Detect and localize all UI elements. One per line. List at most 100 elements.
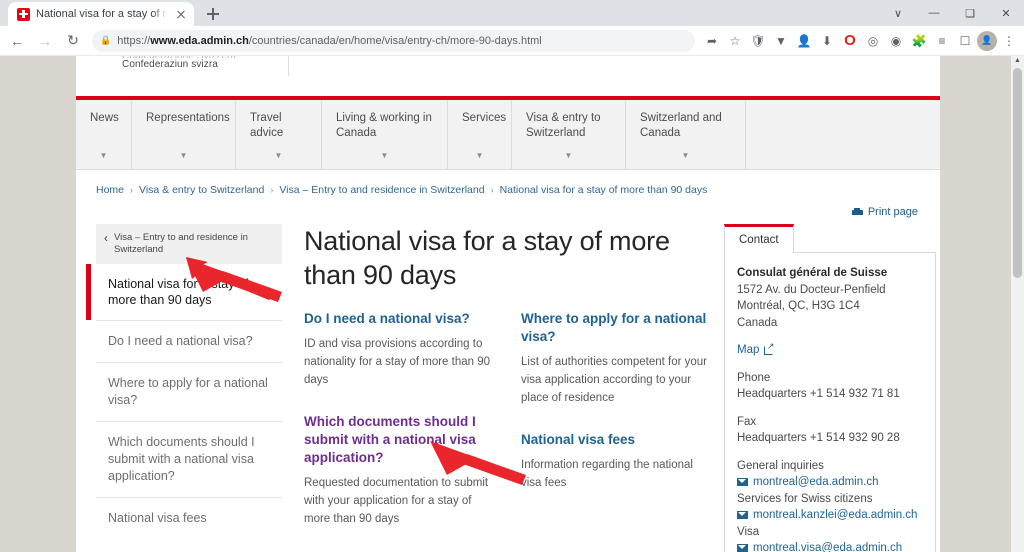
- sidebar-active-label: National visa for a stay of more than 90…: [108, 277, 249, 307]
- close-window-icon[interactable]: ✕: [988, 0, 1024, 26]
- sidebar-item-do-i-need[interactable]: Do I need a national visa?: [96, 321, 282, 363]
- nav-label: Services: [462, 112, 507, 124]
- profile-person-icon[interactable]: 👤: [793, 30, 815, 52]
- teaser-grid: Do I need a national visa? ID and visa p…: [304, 310, 708, 552]
- breadcrumb-item-visa-residence[interactable]: Visa – Entry to and residence in Switzer…: [279, 184, 484, 196]
- tab-search-chevron-icon[interactable]: ∨: [880, 0, 916, 26]
- avatar-icon[interactable]: 👤: [977, 30, 997, 51]
- breadcrumb-item-visa-entry[interactable]: Visa & entry to Switzerland: [139, 184, 264, 196]
- teaser-column-right: Where to apply for a national visa? List…: [521, 310, 708, 552]
- breadcrumb-item-current[interactable]: National visa for a stay of more than 90…: [500, 184, 708, 196]
- chevron-down-icon: ▼: [564, 151, 573, 160]
- bookmark-star-icon[interactable]: ☆: [724, 30, 746, 52]
- chevron-left-icon: ‹: [104, 231, 108, 245]
- browser-window: National visa for a stay of more t ∨ — ❑…: [0, 0, 1024, 552]
- fax-label: Fax: [737, 415, 757, 428]
- shield-icon[interactable]: 🛡: [747, 30, 769, 52]
- tab-contact[interactable]: Contact: [724, 224, 794, 253]
- sidebar-item-where-to-apply[interactable]: Where to apply for a national visa?: [96, 363, 282, 422]
- main-navigation: News ▼ Representations ▼ Travel advice ▼…: [76, 100, 940, 170]
- visa-email-row[interactable]: montreal.visa@eda.admin.ch: [737, 540, 923, 552]
- download-icon[interactable]: ⬇: [816, 30, 838, 52]
- teaser-heading-link[interactable]: Where to apply for a national visa?: [521, 310, 708, 346]
- envelope-icon: [737, 511, 748, 520]
- opera-icon[interactable]: O: [839, 30, 861, 52]
- nav-item-visa-entry-switzerland[interactable]: Visa & entry to Switzerland ▼: [512, 100, 626, 169]
- sidebar-item-visa-fees[interactable]: National visa fees: [96, 498, 282, 539]
- nav-item-services[interactable]: Services ▼: [448, 100, 512, 169]
- breadcrumb-item-home[interactable]: Home: [96, 184, 124, 196]
- filter-icon[interactable]: ▼: [770, 30, 792, 52]
- teaser-which-documents: Which documents should I submit with a n…: [304, 413, 491, 528]
- web-page: Confederazione Svizzera Confederaziun sv…: [76, 56, 940, 552]
- nav-item-news[interactable]: News ▼: [76, 100, 132, 169]
- sidebar-back-link[interactable]: ‹ Visa – Entry to and residence in Switz…: [96, 224, 282, 264]
- teaser-text: ID and visa provisions according to nati…: [304, 338, 491, 386]
- chevron-down-icon: ▼: [179, 151, 188, 160]
- breadcrumb-separator: ›: [270, 185, 274, 195]
- page-scrollbar[interactable]: ▲: [1011, 56, 1024, 552]
- tab-title: National visa for a stay of more t: [36, 8, 168, 20]
- close-tab-icon[interactable]: [174, 7, 188, 21]
- teaser-visa-fees: National visa fees Information regarding…: [521, 431, 708, 492]
- cookie-icon[interactable]: ◉: [885, 30, 907, 52]
- teaser-text: Requested documentation to submit with y…: [304, 477, 489, 525]
- map-link[interactable]: Map: [737, 342, 774, 359]
- chevron-down-icon: ▼: [681, 151, 690, 160]
- browser-tab[interactable]: National visa for a stay of more t: [8, 2, 194, 26]
- teaser-column-left: Do I need a national visa? ID and visa p…: [304, 310, 491, 552]
- printer-icon: [851, 207, 863, 217]
- new-tab-icon[interactable]: [202, 3, 224, 25]
- share-icon[interactable]: ➦: [701, 30, 723, 52]
- maximize-icon[interactable]: ❑: [952, 0, 988, 26]
- nav-item-representations[interactable]: Representations ▼: [132, 100, 236, 169]
- content-area: ‹ Visa – Entry to and residence in Switz…: [76, 218, 940, 552]
- extensions-puzzle-icon[interactable]: 🧩: [908, 30, 930, 52]
- minimize-icon[interactable]: —: [916, 0, 952, 26]
- teaser-heading-link[interactable]: Which documents should I submit with a n…: [304, 413, 491, 467]
- back-icon[interactable]: ←: [4, 28, 30, 54]
- main-content: National visa for a stay of more than 90…: [282, 224, 724, 552]
- reload-icon[interactable]: ↻: [60, 28, 86, 54]
- sidebar-item-active[interactable]: National visa for a stay of more than 90…: [86, 264, 282, 321]
- swiss-services-email[interactable]: montreal.kanzlei@eda.admin.ch: [753, 507, 917, 524]
- sidebar-item-which-documents[interactable]: Which documents should I submit with a n…: [96, 422, 282, 498]
- visa-email[interactable]: montreal.visa@eda.admin.ch: [753, 540, 902, 552]
- scroll-up-arrow-icon[interactable]: ▲: [1013, 57, 1022, 64]
- active-indicator-bar: [86, 264, 91, 320]
- screenshot-icon[interactable]: ◎: [862, 30, 884, 52]
- teaser-heading-link[interactable]: Do I need a national visa?: [304, 310, 491, 328]
- scrollbar-thumb[interactable]: [1013, 68, 1022, 278]
- teaser-heading-link[interactable]: National visa fees: [521, 431, 708, 449]
- address-bar[interactable]: 🔒 https://www.eda.admin.ch/countries/can…: [92, 29, 695, 52]
- print-row: Print page: [76, 204, 940, 218]
- window-controls: ∨ — ❑ ✕: [880, 0, 1024, 26]
- visa-label: Visa: [737, 525, 760, 538]
- contact-sidebar: Contact Consulat général de Suisse 1572 …: [724, 224, 940, 552]
- print-page-label: Print page: [867, 206, 918, 218]
- teaser-text: List of authorities competent for your v…: [521, 356, 708, 404]
- contact-address-line-2: Montréal, QC, H3G 1C4: [737, 300, 860, 312]
- reading-list-icon[interactable]: ≡: [931, 30, 953, 52]
- phone-value: Headquarters +1 514 932 71 81: [737, 388, 900, 400]
- logo-line-clipped: Confederazione Svizzera: [122, 56, 236, 58]
- swiss-confederation-logo-text: Confederazione Svizzera Confederaziun sv…: [122, 56, 236, 72]
- nav-item-travel-advice[interactable]: Travel advice ▼: [236, 100, 322, 169]
- nav-item-switzerland-canada[interactable]: Switzerland and Canada ▼: [626, 100, 746, 169]
- general-inquiries-email[interactable]: montreal@eda.admin.ch: [753, 474, 878, 491]
- contact-box: Consulat général de Suisse 1572 Av. du D…: [724, 252, 936, 552]
- site-header: Confederazione Svizzera Confederaziun sv…: [76, 56, 940, 96]
- chevron-down-icon: ▼: [274, 151, 283, 160]
- sidepanel-icon[interactable]: ☐: [954, 30, 976, 52]
- nav-label: Representations: [146, 112, 230, 124]
- nav-item-living-working-canada[interactable]: Living & working in Canada ▼: [322, 100, 448, 169]
- contact-address-line-1: 1572 Av. du Docteur-Penfield: [737, 283, 886, 296]
- chevron-down-icon: ▼: [475, 151, 484, 160]
- general-inquiries-email-row[interactable]: montreal@eda.admin.ch: [737, 474, 923, 491]
- breadcrumb-separator: ›: [490, 185, 494, 195]
- logo-divider: [288, 56, 289, 76]
- swiss-cross-favicon: [17, 7, 30, 21]
- swiss-services-email-row[interactable]: montreal.kanzlei@eda.admin.ch: [737, 507, 923, 524]
- print-page-link[interactable]: Print page: [851, 206, 918, 218]
- chrome-menu-icon[interactable]: ⋮: [998, 30, 1020, 52]
